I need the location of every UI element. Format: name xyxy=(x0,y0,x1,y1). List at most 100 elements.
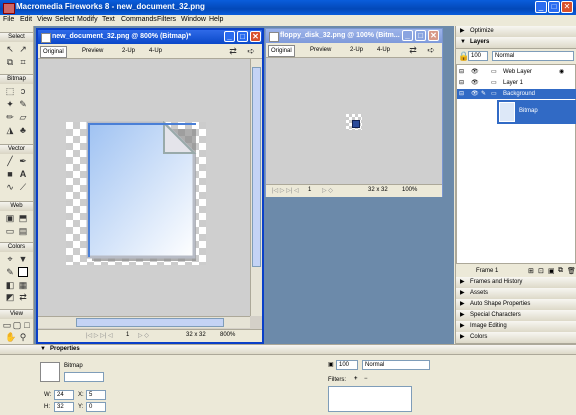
doc-minimize-button[interactable]: _ xyxy=(224,31,235,42)
standard-screen-mode-icon[interactable]: ▭ xyxy=(2,320,12,330)
line-tool-icon[interactable]: ╱ xyxy=(5,156,15,166)
tab-2up[interactable]: 2-Up xyxy=(120,46,137,56)
lasso-tool-icon[interactable]: ↄ xyxy=(18,86,28,96)
horizontal-scroll-thumb[interactable] xyxy=(76,318,224,327)
stroke-color-icon[interactable]: ✎ xyxy=(5,267,15,277)
tab-preview[interactable]: Preview xyxy=(308,45,333,55)
minimize-button[interactable]: _ xyxy=(535,1,547,13)
knife-tool-icon[interactable]: ⟋ xyxy=(18,182,28,192)
crop-tool-icon[interactable]: ⌗ xyxy=(18,57,28,67)
tab-2up[interactable]: 2-Up xyxy=(348,45,365,55)
full-screen-menus-icon[interactable]: ▢ xyxy=(12,320,22,330)
new-bitmap-icon[interactable]: ⧉ xyxy=(558,267,563,275)
visibility-icon[interactable]: 👁 xyxy=(471,67,479,77)
expand-icon[interactable]: ⊟ xyxy=(459,78,464,88)
hotspot-tool-icon[interactable]: ▣ xyxy=(5,213,15,223)
zoom-level[interactable]: 100% xyxy=(402,187,417,193)
paint-bucket-tool-icon[interactable]: ▼ xyxy=(18,254,28,264)
hand-tool-icon[interactable]: ✋ xyxy=(5,332,16,342)
horizontal-scrollbar[interactable] xyxy=(38,316,250,328)
menu-filters[interactable]: Filters xyxy=(157,16,176,23)
width-input[interactable]: 24 xyxy=(54,390,74,400)
hide-slices-icon[interactable]: ▭ xyxy=(5,226,15,236)
close-button[interactable]: ✕ xyxy=(561,1,573,13)
properties-panel-header[interactable]: ▼ Properties xyxy=(0,345,576,355)
menu-help[interactable]: Help xyxy=(209,16,223,23)
doc-close-button[interactable]: ✕ xyxy=(428,30,439,41)
tab-preview[interactable]: Preview xyxy=(80,46,105,56)
layer-row-web-layer[interactable]: ⊟ 👁 ▭ Web Layer ◉ xyxy=(457,67,576,77)
visibility-icon[interactable]: 👁 xyxy=(471,89,479,99)
menu-modify[interactable]: Modify xyxy=(77,16,98,23)
opacity-input[interactable]: 100 xyxy=(336,360,358,370)
x-input[interactable]: 5 xyxy=(86,390,106,400)
tab-original[interactable]: Original xyxy=(268,45,295,57)
blur-tool-icon[interactable]: ◮ xyxy=(5,125,15,135)
layers-panel-header[interactable]: ▼ Layers xyxy=(456,37,576,49)
no-stroke-icon[interactable]: ◩ xyxy=(5,292,15,302)
freeform-tool-icon[interactable]: ∿ xyxy=(5,182,15,192)
remove-filter-button[interactable]: − xyxy=(364,376,368,382)
pencil-tool-icon[interactable]: ✏ xyxy=(5,112,15,122)
slice-tool-icon[interactable]: ⬒ xyxy=(18,213,28,223)
filters-list[interactable] xyxy=(328,386,412,412)
lock-icon[interactable]: ▣ xyxy=(328,361,334,368)
rectangle-tool-icon[interactable]: ■ xyxy=(5,169,15,179)
doc-maximize-button[interactable]: □ xyxy=(237,31,248,42)
fill-color-swatch[interactable] xyxy=(18,267,28,277)
quick-export-icon[interactable]: ⇄ xyxy=(228,46,238,56)
layer-row-layer-1[interactable]: ⊟ 👁 ▭ Layer 1 xyxy=(457,78,576,88)
pen-tool-icon[interactable]: ✒ xyxy=(18,156,28,166)
doc-maximize-button[interactable]: □ xyxy=(415,30,426,41)
default-colors-icon[interactable]: ◧ xyxy=(5,280,15,290)
add-mask-icon[interactable]: ▣ xyxy=(548,267,555,275)
eyedropper-tool-icon[interactable]: ⌖ xyxy=(5,254,15,264)
menu-file[interactable]: File xyxy=(3,16,14,23)
pointer-tool-icon[interactable]: ↖ xyxy=(5,44,15,54)
menu-view[interactable]: View xyxy=(37,16,52,23)
frame-nav-icon[interactable]: ▷ ◇ xyxy=(138,332,149,339)
menu-edit[interactable]: Edit xyxy=(20,16,32,23)
blend-mode-select[interactable]: Normal xyxy=(362,360,430,370)
height-input[interactable]: 32 xyxy=(54,402,74,412)
vertical-scroll-thumb[interactable] xyxy=(252,67,261,267)
y-input[interactable]: 0 xyxy=(86,402,106,412)
frame-controls-icon[interactable]: |◁ ▷ ▷| ◁ xyxy=(86,332,113,339)
zoom-level[interactable]: 800% xyxy=(220,332,235,338)
rubber-stamp-tool-icon[interactable]: ♣ xyxy=(18,125,28,135)
swap-icon[interactable]: ⇄ xyxy=(18,292,28,302)
swap-colors-icon[interactable]: ▦ xyxy=(18,280,28,290)
menu-select[interactable]: Select xyxy=(55,16,74,23)
object-row-bitmap[interactable]: Bitmap xyxy=(497,100,576,124)
lock-icon[interactable]: ◉ xyxy=(559,67,564,77)
menu-window[interactable]: Window xyxy=(181,16,206,23)
object-name-input[interactable] xyxy=(64,372,104,382)
scale-tool-icon[interactable]: ⧉ xyxy=(5,57,15,67)
expand-icon[interactable]: ⊟ xyxy=(459,67,464,77)
full-screen-mode-icon[interactable]: □ xyxy=(22,320,32,330)
doc-minimize-button[interactable]: _ xyxy=(402,30,413,41)
text-tool-icon[interactable]: A xyxy=(18,169,28,179)
launch-icon[interactable]: ➪ xyxy=(426,45,436,55)
layer-opacity-input[interactable]: 100 xyxy=(468,51,488,61)
eraser-tool-icon[interactable]: ▱ xyxy=(18,112,28,122)
zoom-tool-icon[interactable]: ⚲ xyxy=(18,332,28,342)
quick-export-icon[interactable]: ⇄ xyxy=(408,45,418,55)
delete-icon[interactable]: 🗑 xyxy=(567,267,576,275)
add-filter-button[interactable]: + xyxy=(354,376,358,382)
tab-4up[interactable]: 4-Up xyxy=(147,46,164,56)
maximize-button[interactable]: □ xyxy=(548,1,560,13)
new-layer-icon[interactable]: ⊞ xyxy=(528,267,534,275)
layer-row-background[interactable]: ⊟ 👁 ✎ ▭ Background xyxy=(457,89,576,99)
new-sublayer-icon[interactable]: ⊡ xyxy=(538,267,544,275)
tab-original[interactable]: Original xyxy=(40,46,67,58)
menu-text[interactable]: Text xyxy=(102,16,115,23)
frame-controls-icon[interactable]: |◁ ▷ ▷| ◁ xyxy=(272,187,299,194)
layer-blend-select[interactable]: Normal xyxy=(492,51,574,61)
lock-icon[interactable]: 🔒 xyxy=(458,51,469,61)
menu-commands[interactable]: Commands xyxy=(121,16,157,23)
magic-wand-tool-icon[interactable]: ✦ xyxy=(5,99,15,109)
tab-4up[interactable]: 4-Up xyxy=(375,45,392,55)
colors-panel-header[interactable]: ▶ Colors xyxy=(456,332,576,344)
launch-icon[interactable]: ➪ xyxy=(246,46,256,56)
